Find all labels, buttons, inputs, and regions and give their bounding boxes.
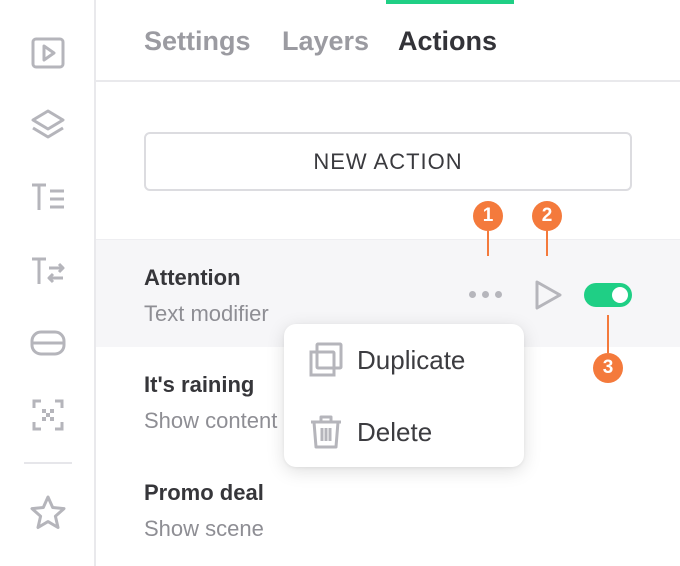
sidebar-divider xyxy=(24,462,72,464)
container-icon[interactable] xyxy=(27,322,69,364)
menu-item-label: Delete xyxy=(357,416,433,447)
callout-badge-3: 3 xyxy=(593,353,623,383)
tab-bar: Settings Layers Actions xyxy=(96,0,680,82)
menu-item-duplicate[interactable]: Duplicate xyxy=(284,328,524,392)
tab-layers[interactable]: Layers xyxy=(282,26,369,57)
play-preview-icon[interactable] xyxy=(532,278,564,312)
callout-badge-1: 1 xyxy=(473,201,503,231)
text-align-icon[interactable] xyxy=(27,176,69,218)
dot xyxy=(469,291,476,298)
action-subtitle: Show content xyxy=(144,408,278,433)
duplicate-icon xyxy=(309,342,343,377)
text-swap-icon[interactable] xyxy=(27,250,69,292)
context-menu: Duplicate Delete xyxy=(284,324,524,467)
new-action-button[interactable]: NEW ACTION xyxy=(144,132,632,191)
qr-scan-icon[interactable] xyxy=(27,394,69,436)
action-enabled-toggle[interactable] xyxy=(584,283,632,307)
toggle-knob xyxy=(612,287,628,303)
action-subtitle: Text modifier xyxy=(144,301,269,326)
action-subtitle: Show scene xyxy=(144,516,264,541)
action-title: It's raining xyxy=(144,372,255,397)
star-icon[interactable] xyxy=(27,492,69,534)
more-options-button[interactable] xyxy=(469,291,502,298)
layers-icon[interactable] xyxy=(27,104,69,146)
active-tab-indicator xyxy=(386,0,514,4)
callout-line-2 xyxy=(546,231,548,256)
dot xyxy=(495,291,502,298)
play-box-icon[interactable] xyxy=(27,32,69,74)
action-row-promo-deal[interactable]: Promo deal Show scene xyxy=(96,456,680,564)
menu-item-delete[interactable]: Delete xyxy=(284,400,524,464)
callout-line-1 xyxy=(487,231,489,256)
callout-line-3 xyxy=(607,315,609,353)
tab-settings[interactable]: Settings xyxy=(144,26,251,57)
sidebar-rail xyxy=(0,0,96,566)
trash-icon xyxy=(311,415,341,449)
dot xyxy=(482,291,489,298)
tab-actions[interactable]: Actions xyxy=(398,26,497,57)
action-title: Promo deal xyxy=(144,480,264,505)
menu-item-label: Duplicate xyxy=(357,344,466,375)
callout-badge-2: 2 xyxy=(532,201,562,231)
action-title: Attention xyxy=(144,265,241,290)
